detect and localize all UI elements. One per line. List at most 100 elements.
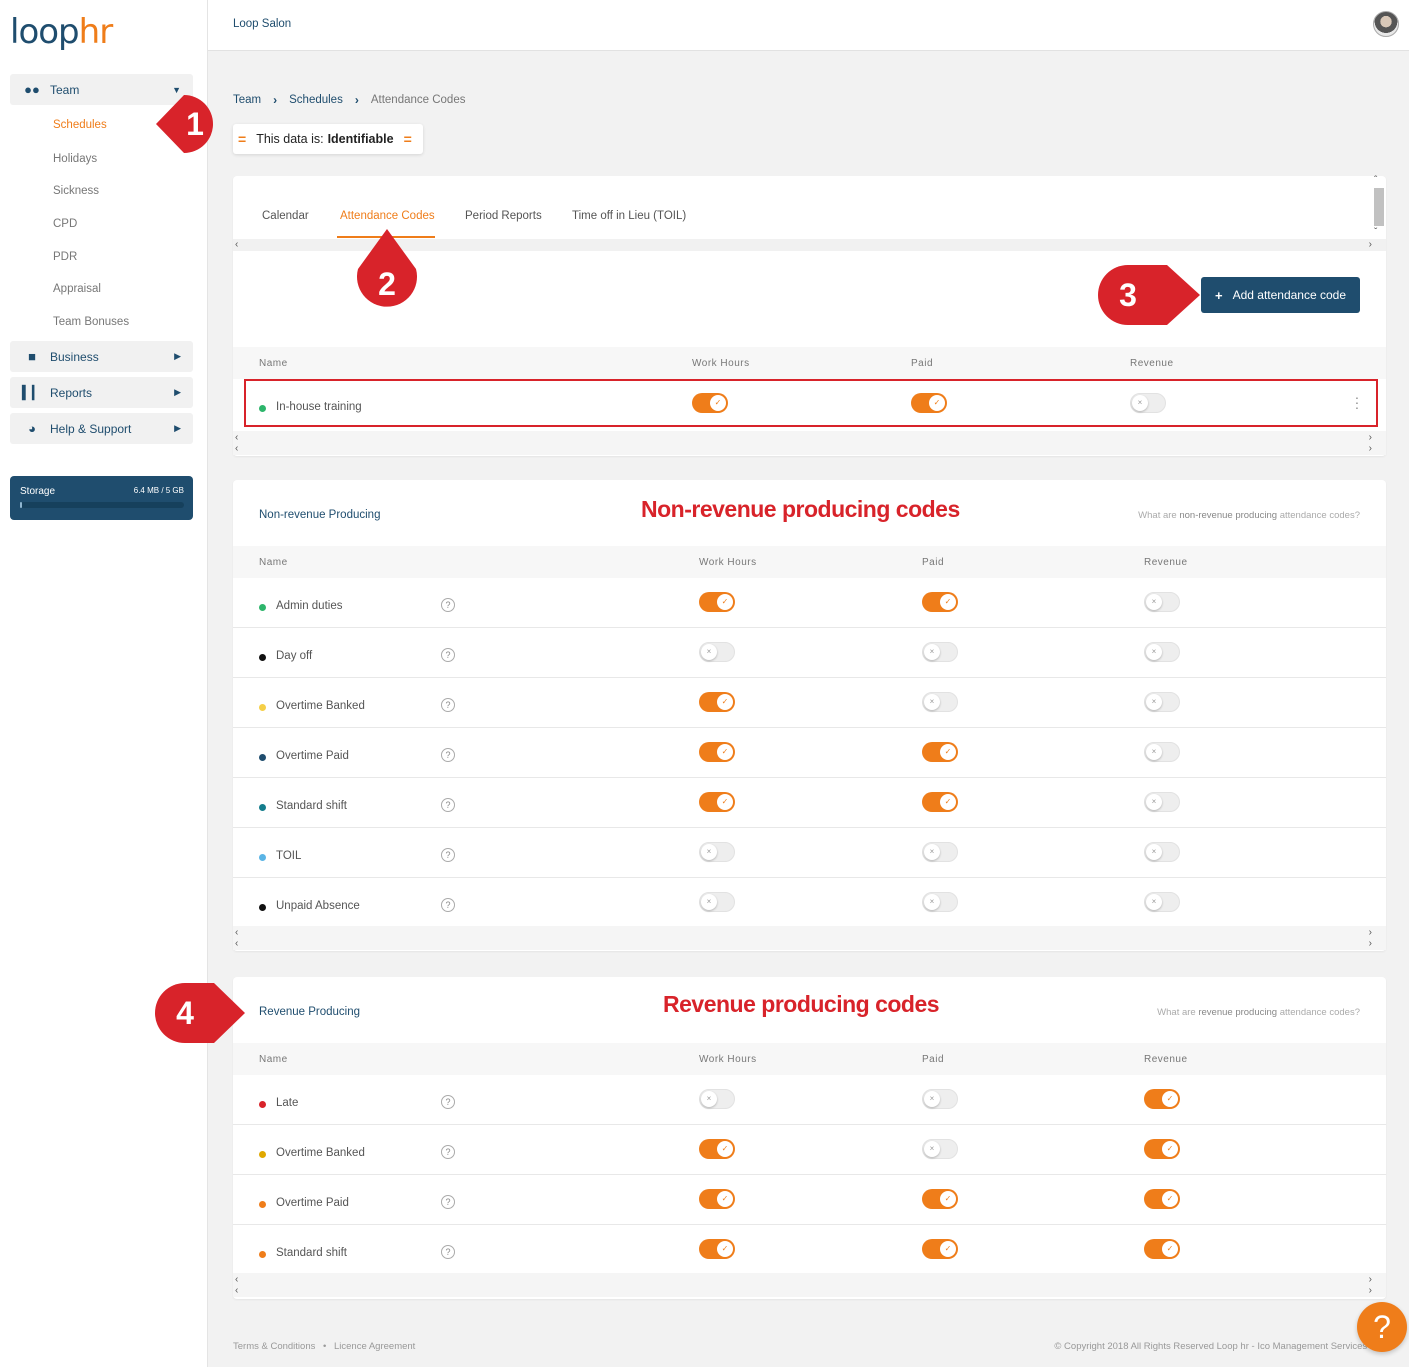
organisation-name[interactable]: Loop Salon: [233, 18, 291, 30]
sidebar-item-pdr[interactable]: PDR: [53, 251, 77, 263]
scroll-left-icon[interactable]: ‹: [235, 240, 238, 250]
revenue-toggle[interactable]: ×: [1144, 642, 1180, 662]
revenue-help-link[interactable]: What are revenue producing attendance co…: [1157, 1007, 1360, 1018]
revenue-toggle[interactable]: ×: [1144, 842, 1180, 862]
revenue-toggle[interactable]: ×: [1144, 892, 1180, 912]
question-circle-icon[interactable]: ?: [441, 848, 455, 862]
work-hours-toggle[interactable]: ✓: [699, 592, 735, 612]
question-circle-icon[interactable]: ?: [441, 698, 455, 712]
scroll-right-icon[interactable]: ›: [1369, 928, 1372, 938]
table-row: TOIL? × × ×: [233, 828, 1386, 878]
paid-toggle[interactable]: ×: [922, 642, 958, 662]
scroll-left-icon[interactable]: ‹: [235, 433, 238, 443]
sidebar-item-label: Reports: [50, 385, 93, 400]
tab-calendar[interactable]: Calendar: [262, 210, 309, 222]
table-horizontal-scrollbar[interactable]: ‹ ‹ › ›: [233, 431, 1386, 455]
non-revenue-help-link[interactable]: What are non-revenue producing attendanc…: [1138, 510, 1360, 521]
work-hours-toggle[interactable]: ✓: [699, 742, 735, 762]
scroll-left-icon[interactable]: ‹: [235, 928, 238, 938]
scroll-right-icon[interactable]: ›: [1369, 444, 1372, 454]
table-horizontal-scrollbar[interactable]: ‹ ‹ › ›: [233, 1273, 1386, 1297]
work-hours-toggle[interactable]: ✓: [699, 1139, 735, 1159]
question-circle-icon[interactable]: ?: [441, 898, 455, 912]
sidebar-item-sickness[interactable]: Sickness: [53, 185, 99, 197]
work-hours-toggle[interactable]: ×: [699, 1089, 735, 1109]
work-hours-toggle[interactable]: ✓: [699, 792, 735, 812]
revenue-toggle[interactable]: ✓: [1144, 1139, 1180, 1159]
tabs-vertical-scrollbar[interactable]: ˆ ˇ: [1372, 176, 1386, 239]
avatar[interactable]: [1373, 11, 1399, 37]
breadcrumb-current: Attendance Codes: [370, 94, 466, 106]
scroll-left-icon[interactable]: ‹: [235, 1286, 238, 1296]
sidebar-item-reports[interactable]: ▍▎ Reports ▶: [10, 377, 193, 408]
revenue-toggle[interactable]: ✓: [1144, 1189, 1180, 1209]
tab-toil[interactable]: Time off in Lieu (TOIL): [572, 210, 686, 222]
question-circle-icon[interactable]: ?: [441, 598, 455, 612]
paid-toggle[interactable]: ×: [922, 1089, 958, 1109]
work-hours-toggle[interactable]: ×: [699, 892, 735, 912]
scrollbar-thumb[interactable]: [1374, 188, 1384, 226]
breadcrumb-team[interactable]: Team: [233, 94, 261, 106]
question-circle-icon[interactable]: ?: [441, 1095, 455, 1109]
work-hours-toggle[interactable]: ✓: [699, 1239, 735, 1259]
work-hours-toggle[interactable]: ✓: [699, 1189, 735, 1209]
work-hours-toggle[interactable]: ×: [699, 642, 735, 662]
paid-toggle[interactable]: ×: [922, 1139, 958, 1159]
paid-toggle[interactable]: ✓: [922, 792, 958, 812]
revenue-annotation: Revenue producing codes: [663, 991, 940, 1017]
paid-toggle[interactable]: ×: [922, 692, 958, 712]
sidebar-item-business[interactable]: ■ Business ▶: [10, 341, 193, 372]
work-hours-toggle[interactable]: ×: [699, 842, 735, 862]
revenue-toggle[interactable]: ×: [1144, 742, 1180, 762]
paid-toggle[interactable]: ✓: [922, 592, 958, 612]
paid-toggle[interactable]: ×: [922, 842, 958, 862]
revenue-toggle[interactable]: ×: [1144, 592, 1180, 612]
scroll-right-icon[interactable]: ›: [1369, 1275, 1372, 1285]
scroll-down-icon[interactable]: ˇ: [1374, 228, 1377, 238]
code-name: Day off: [276, 650, 313, 662]
question-circle-icon[interactable]: ?: [441, 1145, 455, 1159]
terms-link[interactable]: Terms & Conditions: [233, 1341, 315, 1352]
revenue-toggle[interactable]: ×: [1144, 692, 1180, 712]
tab-period-reports[interactable]: Period Reports: [465, 210, 542, 222]
loophr-logo[interactable]: loophr: [10, 12, 113, 52]
breadcrumb-schedules[interactable]: Schedules: [289, 94, 343, 106]
table-row: Admin duties? ✓ ✓ ×: [233, 578, 1386, 628]
revenue-toggle[interactable]: ✓: [1144, 1239, 1180, 1259]
table-horizontal-scrollbar[interactable]: ‹ ‹ › ›: [233, 926, 1386, 950]
sidebar-item-help-support[interactable]: ◕ Help & Support ▶: [10, 413, 193, 444]
question-circle-icon[interactable]: ?: [441, 648, 455, 662]
paid-toggle[interactable]: ✓: [922, 1189, 958, 1209]
question-circle-icon[interactable]: ?: [441, 1195, 455, 1209]
sidebar-item-appraisal[interactable]: Appraisal: [53, 283, 101, 295]
question-circle-icon[interactable]: ?: [441, 798, 455, 812]
data-classification-badge: = This data is: Identifiable =: [233, 124, 423, 154]
paid-toggle[interactable]: ×: [922, 892, 958, 912]
scroll-right-icon[interactable]: ›: [1369, 939, 1372, 949]
sidebar-item-team-bonuses[interactable]: Team Bonuses: [53, 316, 129, 328]
scroll-up-icon[interactable]: ˆ: [1374, 176, 1377, 186]
scroll-right-icon[interactable]: ›: [1369, 1286, 1372, 1296]
caret-right-icon: ▶: [174, 423, 181, 433]
scroll-left-icon[interactable]: ‹: [235, 939, 238, 949]
check-icon: ✓: [717, 744, 733, 760]
scroll-right-icon[interactable]: ›: [1369, 240, 1372, 250]
question-circle-icon[interactable]: ?: [441, 748, 455, 762]
add-attendance-code-button[interactable]: + Add attendance code: [1201, 277, 1360, 313]
paid-toggle[interactable]: ✓: [922, 1239, 958, 1259]
work-hours-toggle[interactable]: ✓: [699, 692, 735, 712]
revenue-toggle[interactable]: ×: [1144, 792, 1180, 812]
revenue-toggle[interactable]: ✓: [1144, 1089, 1180, 1109]
licence-link[interactable]: Licence Agreement: [334, 1341, 415, 1352]
scroll-left-icon[interactable]: ‹: [235, 444, 238, 454]
sidebar-item-holidays[interactable]: Holidays: [53, 153, 97, 165]
scroll-left-icon[interactable]: ‹: [235, 1275, 238, 1285]
check-icon: ✓: [717, 1241, 733, 1257]
paid-toggle[interactable]: ✓: [922, 742, 958, 762]
help-button[interactable]: ?: [1357, 1302, 1407, 1352]
question-circle-icon[interactable]: ?: [441, 1245, 455, 1259]
sidebar-item-schedules[interactable]: Schedules: [53, 119, 107, 131]
tab-attendance-codes[interactable]: Attendance Codes: [340, 210, 435, 222]
scroll-right-icon[interactable]: ›: [1369, 433, 1372, 443]
sidebar-item-cpd[interactable]: CPD: [53, 218, 77, 230]
